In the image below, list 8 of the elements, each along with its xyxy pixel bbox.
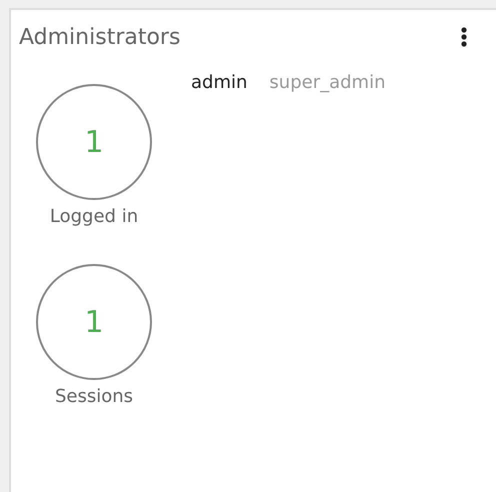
- stat-circle: 1: [36, 264, 152, 380]
- more-menu-icon[interactable]: [461, 26, 467, 46]
- panel-title: Administrators: [19, 25, 180, 50]
- stat-label: Logged in: [50, 206, 138, 227]
- stat-circle: 1: [36, 84, 152, 200]
- stat-label: Sessions: [54, 386, 134, 407]
- admin-name: admin: [191, 72, 248, 93]
- admin-role: super_admin: [269, 72, 386, 93]
